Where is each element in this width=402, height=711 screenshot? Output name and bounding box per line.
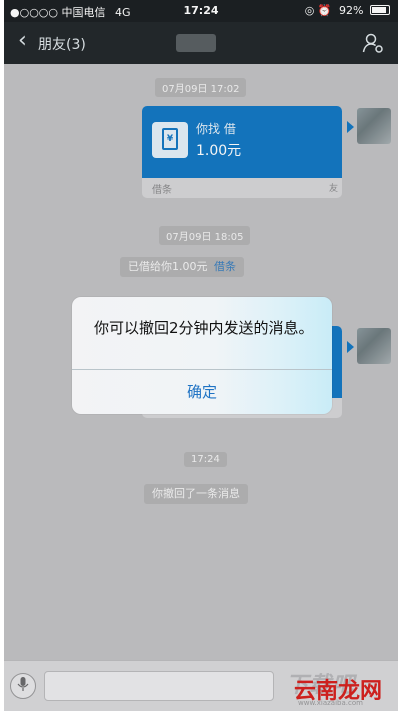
alert-dialog: 你可以撤回2分钟内发送的消息。 确定 [72,297,332,414]
phone-screen: ●○○○○ 中国电信 4G 17:24 ◎ ⏰ 92% ‹ 朋友(3) 07月0… [4,0,398,711]
confirm-button[interactable]: 确定 [72,370,332,414]
alert-message: 你可以撤回2分钟内发送的消息。 [94,319,314,337]
